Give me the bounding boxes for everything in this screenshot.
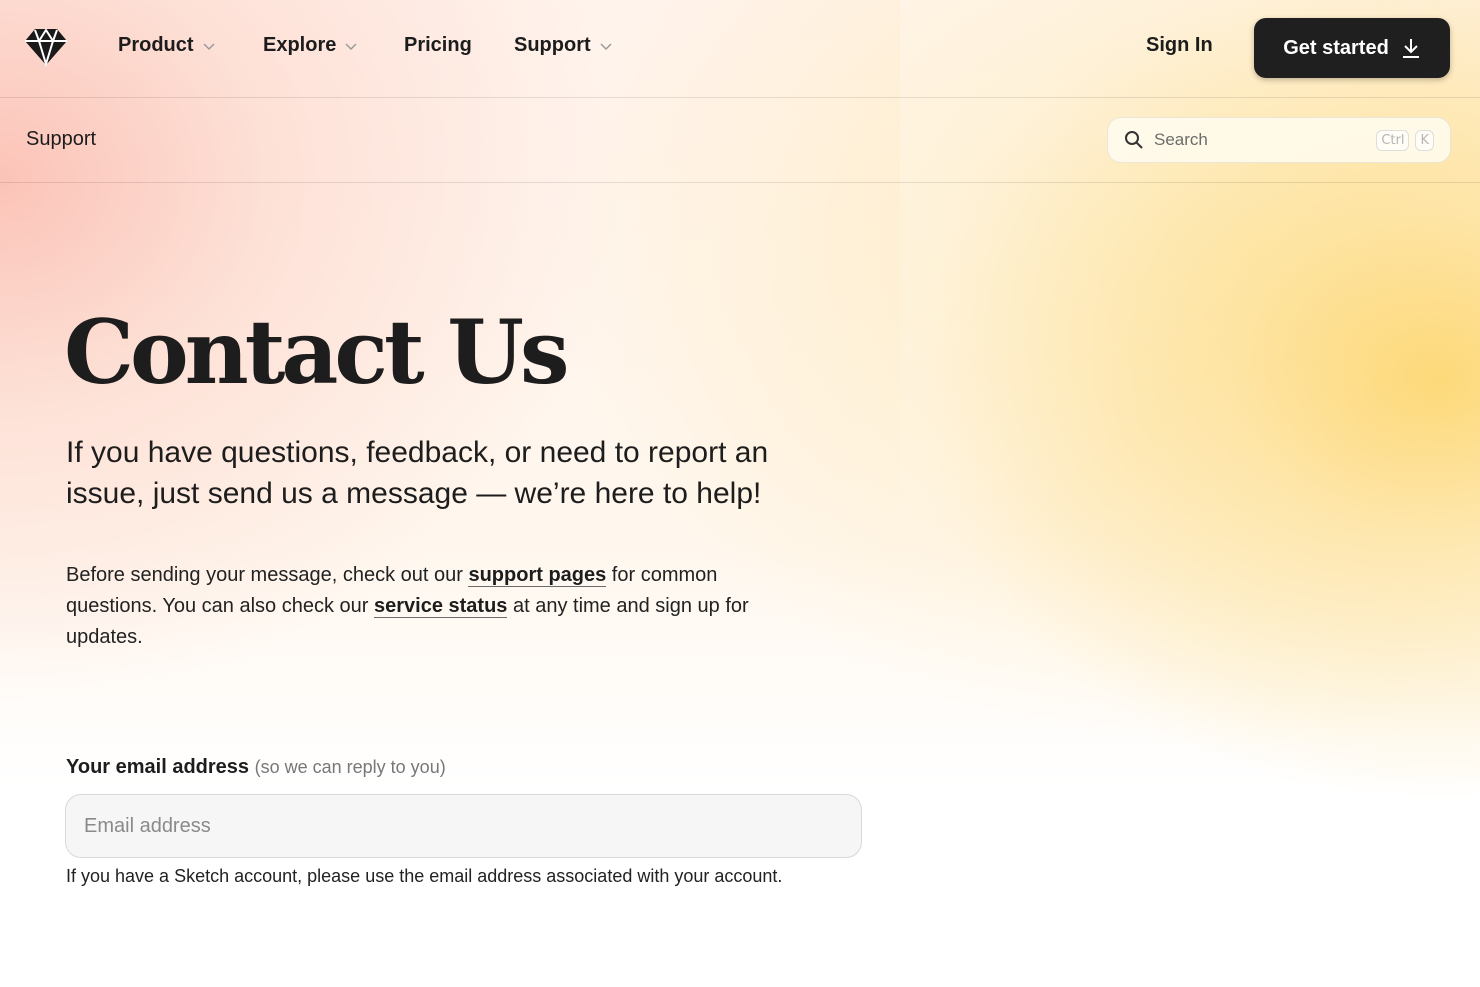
chevron-down-icon <box>203 42 215 50</box>
chevron-down-icon <box>345 42 357 50</box>
nav-item-support[interactable]: Support <box>514 34 613 57</box>
top-navigation: Product Explore Pricing Support Sign In … <box>0 0 1480 98</box>
get-started-label: Get started <box>1283 36 1389 59</box>
email-label-text: Your email address <box>66 756 250 778</box>
service-status-link[interactable]: service status <box>374 595 508 618</box>
nav-item-pricing[interactable]: Pricing <box>404 34 472 57</box>
diamond-logo-icon[interactable] <box>24 27 68 67</box>
search-box[interactable]: Search Ctrl K <box>1107 117 1451 163</box>
nav-item-product[interactable]: Product <box>118 34 216 57</box>
chevron-down-icon <box>600 42 612 50</box>
sub-navigation: Support Search Ctrl K <box>0 98 1480 183</box>
email-field[interactable] <box>65 794 862 858</box>
shortcut-key-k: K <box>1415 129 1434 151</box>
email-label-hint: (so we can reply to you) <box>254 757 446 777</box>
support-pages-link[interactable]: support pages <box>468 564 607 587</box>
nav-item-label: Pricing <box>404 34 472 56</box>
nav-item-explore[interactable]: Explore <box>263 34 358 57</box>
hero-body-text: Before sending your message, check out o… <box>66 560 786 653</box>
body-text-part: Before sending your message, check out o… <box>66 564 469 586</box>
section-title[interactable]: Support <box>26 128 96 151</box>
nav-item-label: Support <box>514 34 591 56</box>
nav-item-label: Explore <box>263 34 337 56</box>
search-placeholder: Search <box>1154 130 1208 149</box>
sign-in-link[interactable]: Sign In <box>1146 34 1213 57</box>
download-icon <box>1402 39 1419 58</box>
shortcut-key-ctrl: Ctrl <box>1376 129 1410 151</box>
page-title: Contact Us <box>64 300 570 404</box>
search-icon <box>1125 131 1143 149</box>
email-help-text: If you have a Sketch account, please use… <box>66 866 783 886</box>
hero-subtitle: If you have questions, feedback, or need… <box>66 436 769 510</box>
get-started-button[interactable]: Get started <box>1254 18 1450 78</box>
email-field-label: Your email address (so we can reply to y… <box>66 756 446 779</box>
nav-item-label: Product <box>118 34 194 56</box>
